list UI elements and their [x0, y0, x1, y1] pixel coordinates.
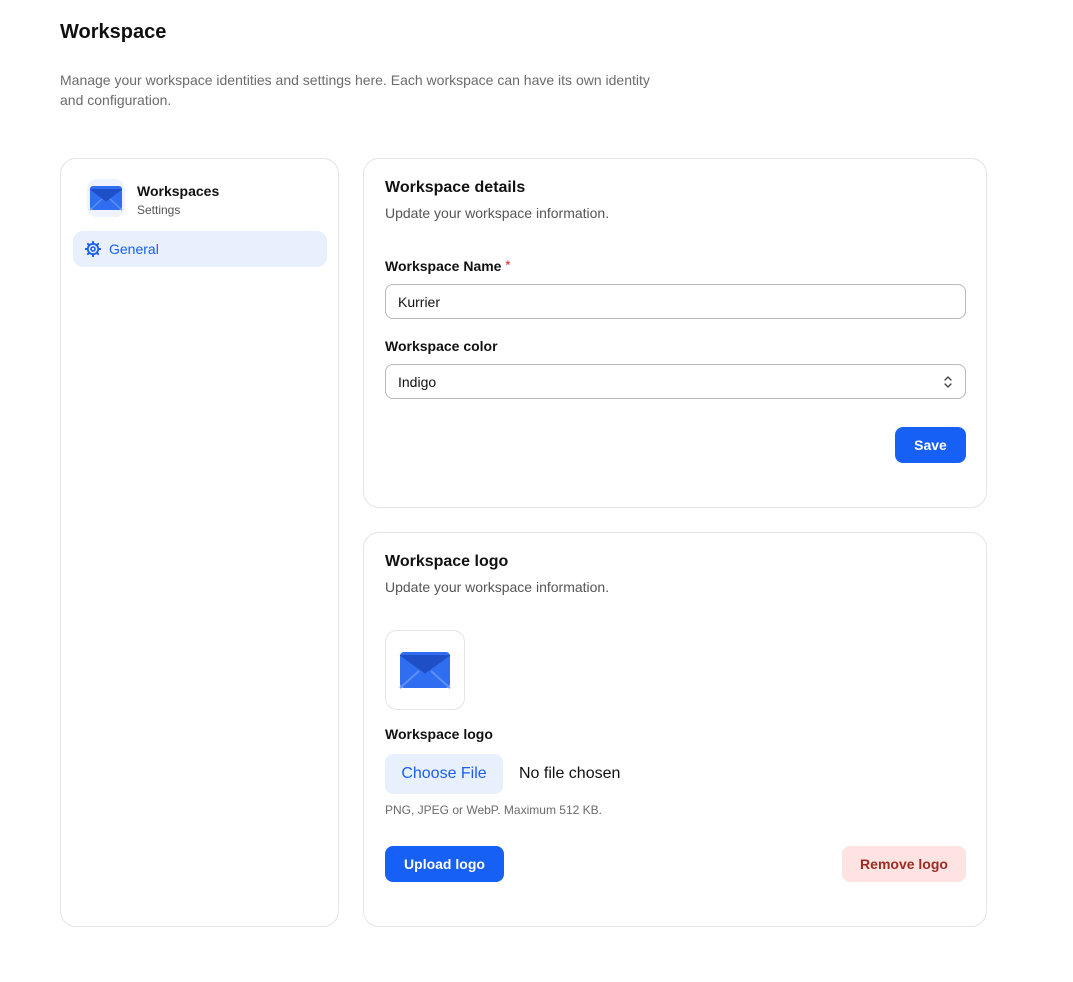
workspace-name-label: Workspace Name *: [385, 258, 510, 274]
workspace-name-label-text: Workspace Name: [385, 258, 502, 274]
remove-logo-button[interactable]: Remove logo: [842, 846, 966, 882]
workspace-color-value: Indigo: [398, 373, 437, 390]
chevron-up-down-icon: [943, 375, 953, 389]
workspace-color-select[interactable]: Indigo: [385, 364, 966, 399]
file-hint: PNG, JPEG or WebP. Maximum 512 KB.: [385, 803, 602, 817]
save-button[interactable]: Save: [895, 427, 966, 463]
details-title: Workspace details: [385, 179, 526, 196]
gear-icon: [85, 241, 101, 257]
workspace-name-value: Kurrier: [398, 293, 441, 310]
workspace-color-label: Workspace color: [385, 338, 498, 354]
sidebar-title: Workspaces: [137, 183, 220, 199]
page-description: Manage your workspace identities and set…: [60, 72, 650, 108]
workspace-logo-card: Workspace logo Update your workspace inf…: [363, 532, 987, 927]
logo-card-title: Workspace logo: [385, 553, 509, 570]
workspace-details-card: Workspace details Update your workspace …: [363, 158, 987, 508]
sidebar-item-label: General: [109, 241, 159, 257]
page-title: Workspace: [60, 21, 167, 43]
sidebar-subtitle: Settings: [137, 203, 181, 217]
details-subtitle: Update your workspace information.: [385, 205, 610, 221]
upload-logo-button[interactable]: Upload logo: [385, 846, 504, 882]
logo-card-subtitle: Update your workspace information.: [385, 579, 610, 595]
file-status-text: No file chosen: [519, 765, 621, 782]
choose-file-button[interactable]: Choose File: [385, 754, 503, 794]
settings-sidebar: Workspaces Settings General: [60, 158, 339, 927]
workspace-name-input[interactable]: Kurrier: [385, 284, 966, 319]
logo-preview: [385, 630, 465, 710]
logo-field-label: Workspace logo: [385, 726, 493, 742]
sidebar-item-general[interactable]: General: [73, 231, 327, 267]
workspace-mail-icon: [87, 179, 125, 217]
required-indicator: *: [505, 258, 511, 272]
mail-logo-icon: [399, 651, 451, 689]
